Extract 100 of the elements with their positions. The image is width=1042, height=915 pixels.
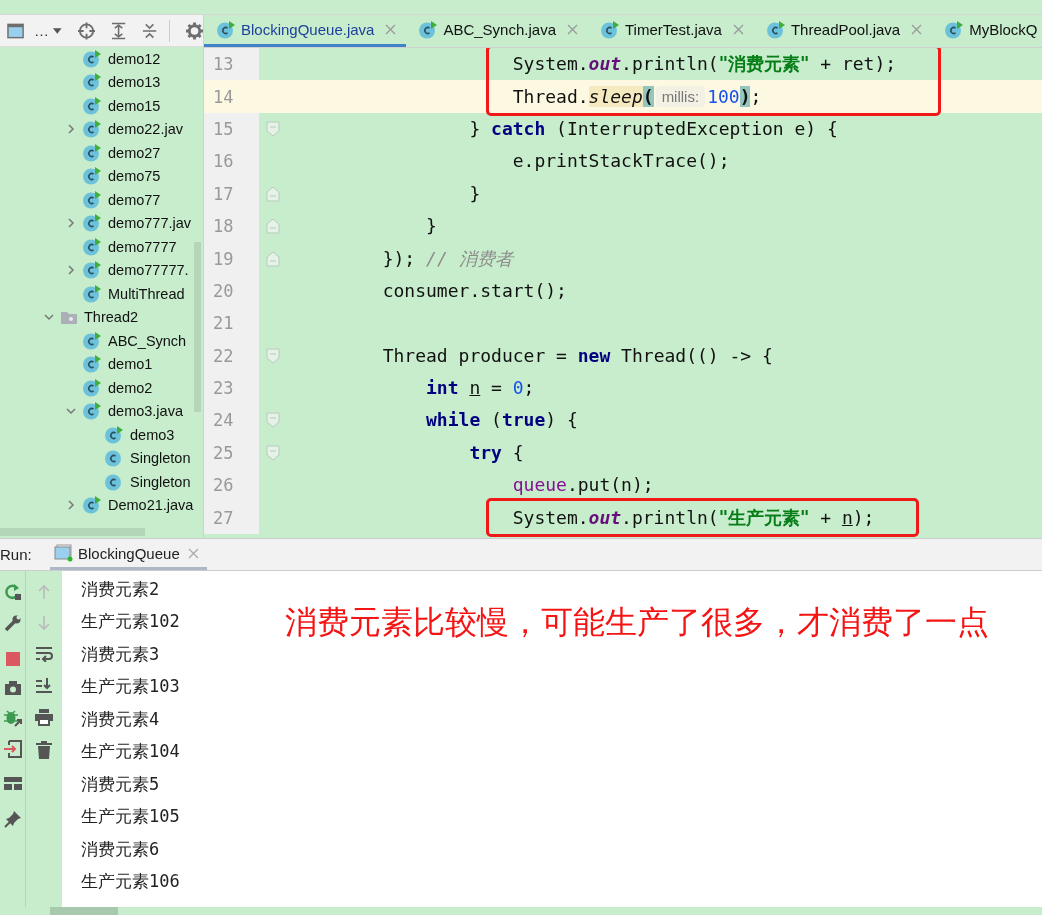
pin-icon[interactable] — [3, 810, 22, 828]
tree-item[interactable]: demo75 — [0, 164, 161, 188]
view-selector[interactable]: … — [34, 22, 50, 39]
tree-item[interactable]: MultiThread — [0, 282, 185, 306]
line-number: 19 — [204, 242, 259, 275]
fold-marker-icon[interactable] — [265, 250, 280, 267]
console-line: 消费元素5 — [81, 772, 160, 796]
tree-item[interactable]: ABC_Synch — [0, 329, 187, 353]
code-text: try { — [469, 441, 524, 464]
code-text: } — [426, 215, 437, 238]
tree-item[interactable]: Singleton — [0, 446, 191, 470]
editor-tab[interactable]: TimerTest.java — [588, 15, 754, 47]
chevron-right-icon[interactable] — [66, 218, 76, 229]
fold-marker-icon[interactable] — [265, 347, 280, 364]
line-number: 22 — [204, 339, 259, 372]
chevron-right-icon[interactable] — [66, 265, 76, 276]
layout-icon[interactable] — [3, 777, 22, 791]
tree-item[interactable]: Singleton — [0, 470, 191, 494]
close-icon[interactable] — [385, 24, 397, 35]
line-number: 25 — [204, 436, 259, 470]
console-line: 生产元素103 — [81, 675, 180, 699]
code-text: } — [469, 182, 481, 205]
fold-marker-icon[interactable] — [265, 120, 280, 137]
scrollbar[interactable] — [50, 907, 118, 915]
caret-icon[interactable] — [53, 27, 62, 34]
fold-marker-icon[interactable] — [265, 412, 280, 429]
folder-icon — [60, 309, 78, 326]
soft-wrap-icon[interactable] — [35, 646, 53, 662]
fold-marker-icon[interactable] — [265, 444, 280, 461]
annotation-text: 消费元素比较慢，可能生产了很多，才消费了一点 — [285, 602, 989, 643]
fold-marker-icon[interactable] — [265, 185, 280, 202]
line-number: 17 — [204, 177, 259, 210]
scroll-to-end-icon[interactable] — [35, 677, 53, 693]
stop-icon[interactable] — [4, 651, 21, 667]
tree-item[interactable]: demo77 — [0, 188, 161, 212]
camera-icon[interactable] — [3, 680, 22, 696]
editor-tab[interactable]: ThreadPool.java — [753, 15, 933, 47]
tree-item[interactable]: demo15 — [0, 94, 161, 118]
line-number: 24 — [204, 404, 259, 437]
console-line: 消费元素3 — [81, 642, 160, 666]
chevron-down-icon[interactable] — [44, 312, 54, 323]
console-line: 生产元素106 — [81, 870, 180, 894]
code-text: System.out.println("生产元素" + n); — [512, 506, 875, 529]
console-line: 消费元素2 — [81, 577, 160, 601]
line-number: 13 — [204, 48, 259, 81]
code-text: int n = 0; — [426, 377, 535, 400]
editor-tab[interactable]: MyBlockQ — [932, 15, 1042, 47]
wrench-icon[interactable] — [3, 614, 22, 632]
collapse-all-icon[interactable] — [141, 21, 157, 40]
console-line: 生产元素104 — [81, 740, 180, 764]
exit-icon[interactable] — [3, 740, 22, 758]
code-text: Thread producer = new Thread(() -> { — [382, 344, 773, 367]
console-line: 消费元素4 — [81, 707, 160, 731]
tree-item[interactable]: demo13 — [0, 70, 161, 94]
tree-item[interactable]: demo3 — [0, 423, 175, 447]
runnable-class-icon — [600, 20, 620, 39]
code-text: Thread.sleep( — [512, 85, 654, 108]
line-number: 20 — [204, 274, 259, 308]
tree-item[interactable]: demo777.jav — [0, 211, 192, 235]
console-line: 消费元素6 — [81, 837, 160, 861]
tree-item[interactable]: demo2 — [0, 376, 153, 400]
close-icon[interactable] — [732, 24, 744, 35]
trash-icon[interactable] — [36, 741, 52, 759]
close-icon[interactable] — [567, 24, 578, 35]
tree-item[interactable]: demo22.jav — [0, 117, 183, 141]
settings-icon[interactable] — [185, 21, 203, 40]
close-icon[interactable] — [911, 24, 923, 35]
code-text: } catch (InterruptedException e) { — [469, 117, 838, 140]
print-icon[interactable] — [35, 708, 53, 726]
tree-item[interactable]: demo1 — [0, 352, 153, 376]
tree-item[interactable]: demo27 — [0, 141, 161, 165]
parameter-hint: millis: — [655, 86, 706, 108]
tree-item[interactable]: demo12 — [0, 47, 161, 71]
fold-marker-icon[interactable] — [265, 218, 280, 235]
code-text: while (true) { — [426, 409, 578, 432]
rerun-icon[interactable] — [3, 583, 22, 601]
line-number: 26 — [204, 469, 259, 502]
line-number: 16 — [204, 145, 259, 178]
tree-item[interactable]: demo77777. — [0, 258, 189, 282]
line-number: 15 — [204, 112, 259, 146]
chevron-right-icon[interactable] — [66, 500, 76, 511]
code-text: consumer.start(); — [382, 279, 567, 302]
runnable-class-icon — [944, 20, 965, 39]
code-text: System.out.println("消费元素" + ret); — [512, 53, 897, 76]
close-icon[interactable] — [187, 547, 199, 559]
chevron-down-icon[interactable] — [66, 406, 76, 417]
tree-item[interactable]: demo3.java — [0, 399, 183, 423]
line-number: 27 — [204, 501, 259, 534]
tree-item[interactable]: demo7777 — [0, 235, 177, 259]
editor-tab[interactable]: ABC_Synch.java — [406, 15, 588, 47]
code-text: e.printStackTrace(); — [512, 150, 730, 173]
tree-item[interactable]: Thread2 — [0, 305, 138, 329]
tree-item[interactable]: Demo21.java — [0, 493, 194, 517]
window-icon[interactable] — [7, 22, 25, 39]
crosshair-icon[interactable] — [77, 21, 95, 40]
line-number: 18 — [204, 209, 259, 243]
chevron-right-icon[interactable] — [66, 124, 76, 135]
expand-all-icon[interactable] — [110, 21, 126, 40]
bug-icon[interactable] — [3, 709, 22, 727]
code-text: }); // 消费者 — [382, 247, 513, 270]
